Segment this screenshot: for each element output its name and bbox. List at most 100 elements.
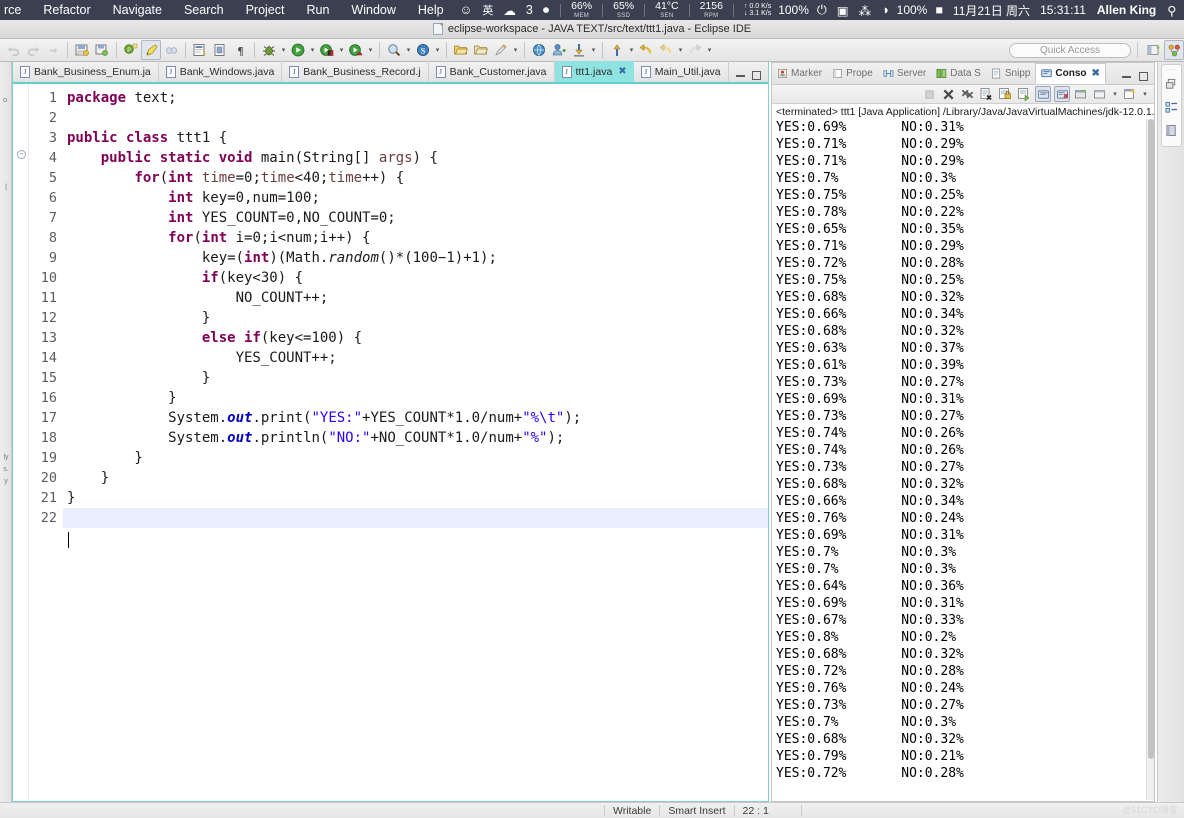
link-icon[interactable] [161, 40, 181, 60]
code-line[interactable]: int key=0,num=100; [63, 188, 768, 208]
menu-refactor[interactable]: Refactor [32, 0, 101, 20]
console-tab-4[interactable]: Snipp [986, 63, 1036, 84]
outline-icon[interactable] [1165, 101, 1178, 119]
maximize-icon[interactable] [752, 71, 761, 80]
open-perspective-icon[interactable] [1144, 40, 1164, 60]
console-tab-2[interactable]: Server [878, 63, 931, 84]
console-output-wrapper[interactable]: YES:0.69% NO:0.31% YES:0.71% NO:0.29% YES:… [772, 119, 1154, 800]
fold-marker-icon[interactable]: − [17, 150, 26, 159]
debug-icon[interactable] [259, 40, 279, 60]
person-icon[interactable] [549, 40, 569, 60]
code-line[interactable]: for(int i=0;i<num;i++) { [63, 228, 768, 248]
ime-chinese-icon[interactable]: 英 [477, 2, 498, 18]
nav-dropdown-caret[interactable]: ▾ [676, 40, 685, 60]
code-line[interactable]: } [63, 388, 768, 408]
maximize-icon[interactable] [1139, 72, 1148, 81]
code-line[interactable]: if(key<30) { [63, 268, 768, 288]
editor-tab-1[interactable]: J Bank_Windows.java [159, 61, 283, 82]
code-line[interactable]: else if(key<=100) { [63, 328, 768, 348]
menu-navigate[interactable]: Navigate [102, 0, 173, 20]
close-icon[interactable]: ✖ [1092, 68, 1100, 79]
next-nav-icon[interactable] [685, 40, 705, 60]
download-icon[interactable] [569, 40, 589, 60]
power-icon[interactable]: ⏺ [538, 3, 554, 18]
coverage-dropdown-caret[interactable]: ▾ [337, 40, 346, 60]
search-icon[interactable]: ⚲ [1162, 3, 1181, 18]
pin-console-icon[interactable] [1035, 86, 1051, 102]
package-explorer-collapsed-stub[interactable]: o. | ly s. y [0, 62, 12, 802]
save-all-icon[interactable] [92, 40, 112, 60]
code-line[interactable]: } [63, 468, 768, 488]
new-console-icon[interactable] [1122, 86, 1138, 102]
minimize-icon[interactable] [1122, 75, 1131, 78]
console-tab-5[interactable]: Conso ✖ [1035, 63, 1106, 84]
new-class-icon[interactable] [190, 40, 210, 60]
current-user[interactable]: Allen King [1091, 3, 1162, 17]
close-icon[interactable]: ✖ [618, 66, 626, 77]
editor-tab-3[interactable]: J Bank_Customer.java [429, 61, 555, 82]
code-line[interactable]: for(int time=0;time<40;time++) { [63, 168, 768, 188]
drag-handle[interactable]: ···· [1166, 67, 1178, 73]
save-icon[interactable] [72, 40, 92, 60]
search-dropdown-caret[interactable]: ▾ [404, 40, 413, 60]
open-folder-icon[interactable] [451, 40, 471, 60]
code-line[interactable]: } [63, 308, 768, 328]
menu-search[interactable]: Search [173, 0, 235, 20]
profile-dropdown-caret[interactable]: ▾ [366, 40, 375, 60]
code-line[interactable]: System.out.print("YES:"+YES_COUNT*1.0/nu… [63, 408, 768, 428]
code-line[interactable]: System.out.println("NO:"+NO_COUNT*1.0/nu… [63, 428, 768, 448]
undo-icon[interactable] [3, 40, 23, 60]
sync-dropdown-caret[interactable]: ▾ [433, 40, 442, 60]
next-dropdown-caret[interactable]: ▾ [705, 40, 714, 60]
code-line[interactable]: package text; [63, 88, 768, 108]
restore-icon[interactable] [1165, 78, 1178, 96]
code-line[interactable]: YES_COUNT++; [63, 348, 768, 368]
code-line[interactable]: } [63, 448, 768, 468]
console-dropdown-caret[interactable]: ▾ [1111, 84, 1119, 104]
bluetooth-icon[interactable]: ⁂ [854, 3, 877, 18]
upload-dropdown-caret[interactable]: ▾ [627, 40, 636, 60]
code-line[interactable]: } [63, 368, 768, 388]
menu-source[interactable]: rce [0, 0, 32, 20]
code-editor-area[interactable]: − 1 2 3 4 5 6 7 8 9 10 11 12 13 14 15 16 17 18 19 20 21 22 pa… [13, 84, 768, 800]
menu-window[interactable]: Window [340, 0, 406, 20]
task-list-icon[interactable] [1165, 124, 1178, 142]
editor-tab-0[interactable]: J Bank_Business_Enum.ja [13, 61, 159, 82]
console-tab-1[interactable]: Prope [827, 63, 878, 84]
editor-tab-5[interactable]: J Main_Util.java [634, 61, 729, 82]
split-view-icon[interactable]: ▣ [832, 3, 854, 18]
smiley-icon[interactable]: ☺ [455, 3, 478, 17]
console-scrollbar-thumb[interactable] [1148, 119, 1154, 759]
brightness-icon[interactable]: ⏻ [812, 3, 832, 18]
code-line[interactable] [63, 508, 768, 528]
code-line[interactable]: } [63, 488, 768, 508]
open-console-icon[interactable] [1073, 86, 1089, 102]
coverage-icon[interactable] [317, 40, 337, 60]
marker-icon[interactable] [491, 40, 511, 60]
menu-project[interactable]: Project [235, 0, 296, 20]
quick-access-input[interactable]: Quick Access [1009, 42, 1131, 58]
console-tab-3[interactable]: Data S [931, 63, 986, 84]
forward-icon[interactable] [43, 40, 63, 60]
show-on-output-icon[interactable] [1016, 86, 1032, 102]
java-perspective-icon[interactable] [1164, 40, 1184, 60]
remove-all-launches-icon[interactable] [959, 86, 975, 102]
code-line[interactable]: NO_COUNT++; [63, 288, 768, 308]
marker-dropdown-caret[interactable]: ▾ [511, 40, 520, 60]
back-nav-icon[interactable] [636, 40, 656, 60]
run-icon[interactable] [288, 40, 308, 60]
globe-icon[interactable] [529, 40, 549, 60]
forward-nav-icon[interactable] [656, 40, 676, 60]
debug-dropdown-caret[interactable]: ▾ [279, 40, 288, 60]
new-package-icon[interactable] [210, 40, 230, 60]
editor-tab-4[interactable]: Jttt1.java ✖ [554, 61, 634, 82]
code-line[interactable]: public static void main(String[] args) { [63, 148, 768, 168]
minimize-icon[interactable] [736, 74, 745, 77]
wifi-icon[interactable]: ◑ [876, 3, 894, 17]
console-output[interactable]: YES:0.69% NO:0.31% YES:0.71% NO:0.29% YES:… [772, 119, 1154, 782]
new-console-view-icon[interactable] [1092, 86, 1108, 102]
code-line[interactable] [63, 108, 768, 128]
new-console-dropdown-caret[interactable]: ▾ [1141, 84, 1149, 104]
code-line[interactable]: int YES_COUNT=0,NO_COUNT=0; [63, 208, 768, 228]
console-scrollbar[interactable] [1146, 119, 1154, 800]
